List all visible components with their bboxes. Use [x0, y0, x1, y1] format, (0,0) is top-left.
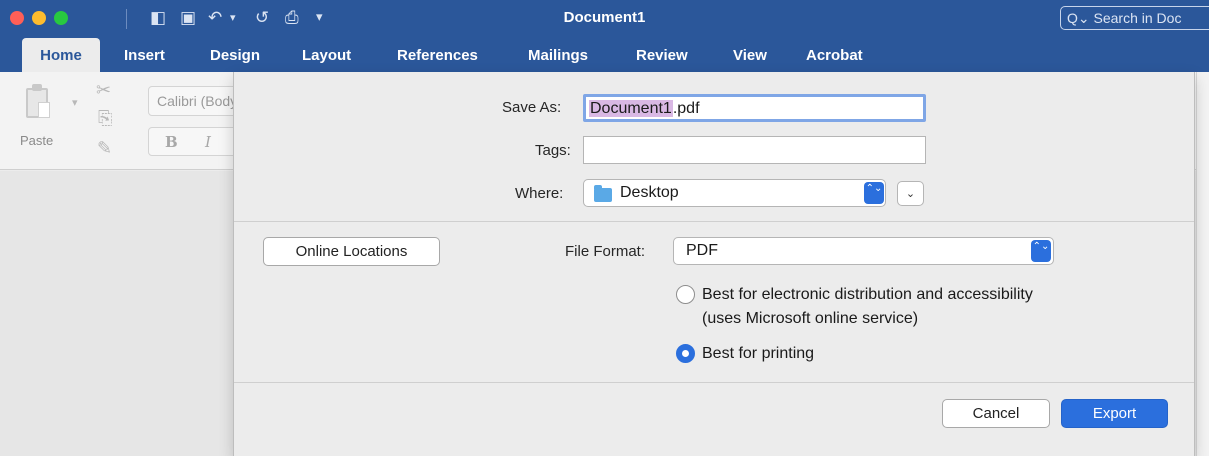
format-painter-icon[interactable]: ✎: [97, 138, 112, 159]
save-as-field[interactable]: Document1.pdf: [583, 94, 926, 122]
sidebar-toggle-icon[interactable]: ◧: [150, 6, 166, 30]
tab-references[interactable]: References: [397, 38, 478, 72]
file-format-dropdown[interactable]: PDF ⌃⌄: [673, 237, 1054, 265]
font-style-group: B I: [148, 127, 238, 156]
best-for-printing-radio[interactable]: [676, 344, 695, 363]
ribbon-tabs: Home Insert Design Layout References Mai…: [0, 38, 1209, 72]
file-name-selection: Document1: [589, 100, 673, 117]
tab-layout[interactable]: Layout: [302, 38, 351, 72]
divider: [234, 221, 1194, 222]
zoom-window-button[interactable]: [54, 11, 68, 25]
tab-acrobat[interactable]: Acrobat: [806, 38, 863, 72]
paste-label: Paste: [20, 133, 54, 148]
online-locations-button[interactable]: Online Locations: [263, 237, 440, 266]
undo-icon[interactable]: ↶: [208, 6, 222, 30]
font-name-dropdown[interactable]: Calibri (Body): [148, 86, 238, 116]
electronic-distribution-sublabel: (uses Microsoft online service): [702, 310, 919, 327]
cut-icon[interactable]: ✂: [96, 80, 111, 101]
file-format-value: PDF: [686, 242, 718, 259]
tab-design[interactable]: Design: [210, 38, 260, 72]
electronic-distribution-label: Best for electronic distribution and acc…: [702, 286, 1033, 303]
copy-icon[interactable]: ⎘: [98, 108, 112, 129]
bold-button[interactable]: B: [165, 133, 178, 151]
save-as-label: Save As:: [502, 99, 562, 116]
file-name-text: Document1.pdf: [589, 98, 700, 120]
customize-toolbar-icon[interactable]: ▾: [316, 6, 323, 30]
chevron-down-icon: ⌄: [905, 187, 916, 200]
clipboard-clip: [32, 84, 42, 91]
tab-insert[interactable]: Insert: [124, 38, 165, 72]
file-format-label: File Format:: [565, 243, 646, 260]
paste-dropdown-icon[interactable]: ▾: [72, 96, 78, 109]
export-sheet-dialog: Save As: Document1.pdf Tags: Where: Desk…: [233, 72, 1195, 456]
where-value: Desktop: [620, 184, 679, 201]
cancel-button[interactable]: Cancel: [942, 399, 1050, 428]
italic-button[interactable]: I: [205, 133, 211, 151]
tab-review[interactable]: Review: [636, 38, 688, 72]
paste-button[interactable]: [24, 84, 52, 120]
divider: [234, 382, 1194, 383]
search-icon: Q⌄: [1067, 10, 1090, 26]
undo-dropdown-icon[interactable]: ▾: [230, 6, 236, 30]
file-extension: .pdf: [672, 100, 700, 117]
expand-browser-button[interactable]: ⌄: [897, 181, 924, 206]
export-button[interactable]: Export: [1061, 399, 1168, 428]
tags-field[interactable]: [583, 136, 926, 164]
where-dropdown[interactable]: Desktop ⌃⌄: [583, 179, 886, 207]
redo-icon[interactable]: ↺: [255, 6, 269, 30]
clipboard-sheet: [38, 102, 50, 118]
chevron-updown-icon: ⌃⌄: [864, 182, 884, 204]
close-window-button[interactable]: [10, 11, 24, 25]
minimize-window-button[interactable]: [32, 11, 46, 25]
toolbar-divider: [126, 9, 127, 29]
tab-mailings[interactable]: Mailings: [528, 38, 588, 72]
print-icon[interactable]: ⎙: [285, 6, 299, 30]
search-placeholder: Search in Doc: [1093, 10, 1182, 26]
folder-icon: [594, 185, 612, 202]
best-for-printing-label: Best for printing: [702, 345, 815, 362]
electronic-distribution-radio[interactable]: [676, 285, 695, 304]
chevron-updown-icon: ⌃⌄: [1031, 240, 1051, 262]
tags-label: Tags:: [535, 142, 571, 159]
search-input[interactable]: Q⌄ Search in Doc: [1060, 6, 1209, 30]
where-label: Where:: [515, 185, 564, 202]
title-bar: ◧ ▣ ↶ ▾ ↺ ⎙ ▾ Document1 Q⌄ Search in Doc: [0, 0, 1209, 38]
tab-home[interactable]: Home: [22, 38, 100, 72]
save-icon[interactable]: ▣: [180, 6, 196, 30]
tab-view[interactable]: View: [733, 38, 767, 72]
ribbon-right-edge: [1196, 72, 1209, 456]
